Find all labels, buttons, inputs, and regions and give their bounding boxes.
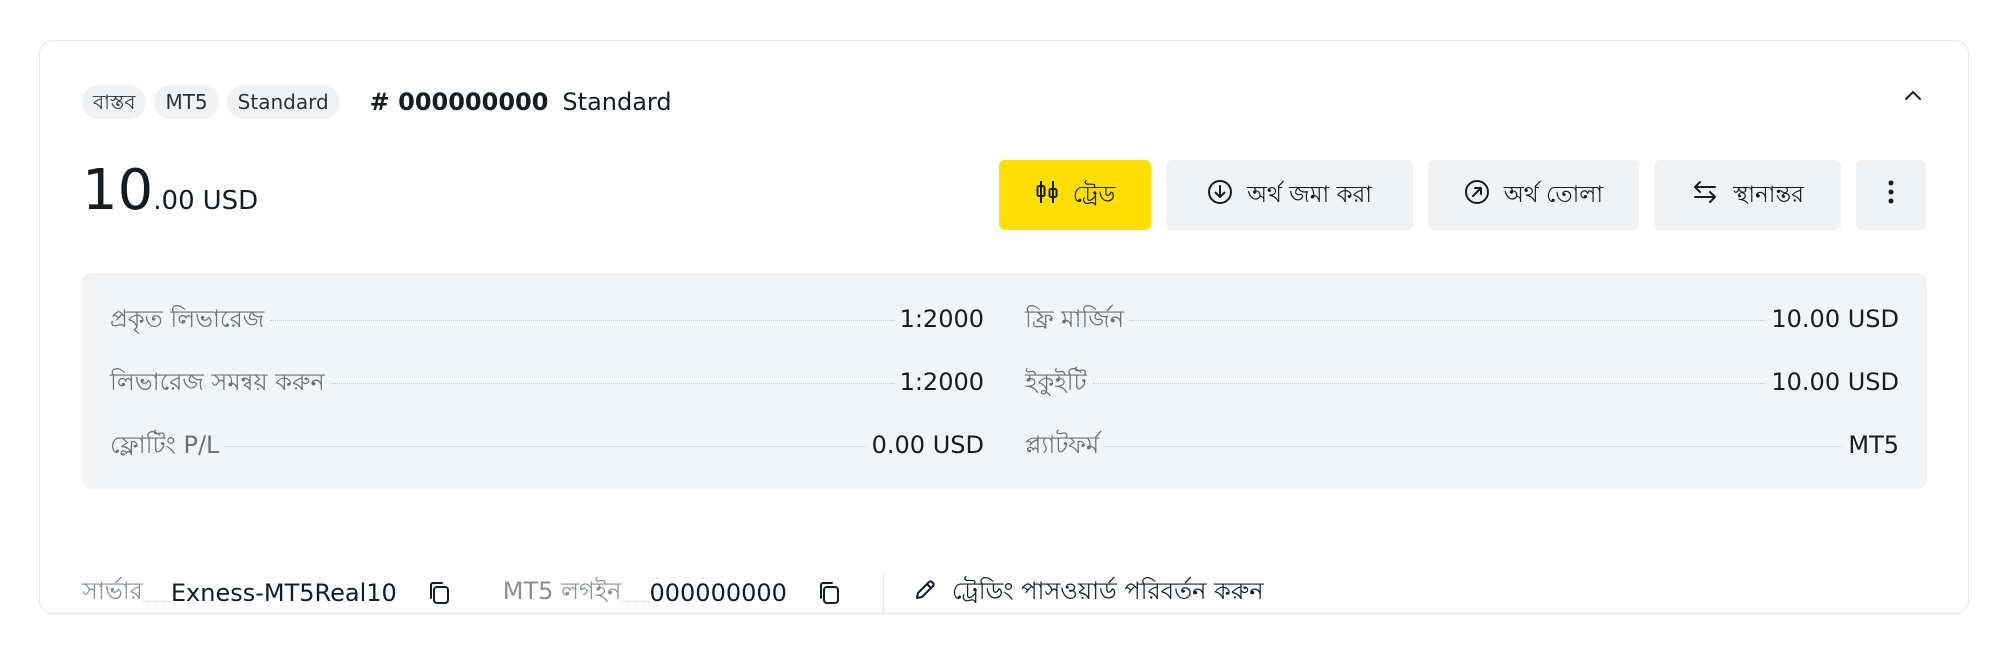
detail-label: প্রকৃত লিভারেজ <box>110 305 265 333</box>
dotted-leader <box>270 320 894 321</box>
dotted-leader <box>225 446 866 447</box>
transfer-button[interactable]: স্থানান্তর <box>1654 160 1841 230</box>
account-balance: 10 .00 USD <box>82 158 258 223</box>
arrow-up-right-circle-icon <box>1464 179 1490 211</box>
account-type: Standard <box>562 88 672 116</box>
account-card: বাস্তব MT5 Standard # 000000000 Standard… <box>39 40 1969 614</box>
divider <box>882 572 884 614</box>
login-value: 000000000 <box>649 579 787 607</box>
balance-currency: USD <box>202 186 259 216</box>
dotted-leader <box>1105 446 1843 447</box>
candlestick-icon <box>1035 179 1059 211</box>
copy-icon[interactable] <box>815 579 843 607</box>
account-tag-type: Standard <box>226 85 340 119</box>
server-label: সার্ভার <box>82 577 143 605</box>
detail-label: ফ্লোটিং P/L <box>110 431 220 459</box>
change-password-label: ট্রেডিং পাসওয়ার্ড পরিবর্তন করুন <box>951 577 1264 605</box>
dotted-leader <box>1130 320 1766 321</box>
detail-label: ইকুইটি <box>1025 368 1087 396</box>
chevron-up-icon[interactable] <box>1898 81 1928 111</box>
balance-integer: 10 <box>82 158 154 223</box>
more-options-button[interactable] <box>1856 160 1926 230</box>
dotted-leader <box>1092 383 1766 384</box>
copy-icon[interactable] <box>425 579 453 607</box>
withdraw-button-label: অর্থ তোলা <box>1503 181 1604 208</box>
detail-row-adjust-leverage: লিভারেজ সমন্বয় করুন 1:2000 <box>110 364 984 427</box>
detail-value: 1:2000 <box>899 305 984 333</box>
trade-button[interactable]: ট্রেড <box>999 160 1151 230</box>
login-label: MT5 লগইন <box>502 577 622 605</box>
withdraw-button[interactable]: অর্থ তোলা <box>1428 160 1639 230</box>
swap-arrows-icon <box>1691 179 1719 211</box>
detail-row-actual-leverage: প্রকৃত লিভারেজ 1:2000 <box>110 301 984 364</box>
arrow-down-circle-icon <box>1207 179 1233 211</box>
dotted-leader <box>330 383 894 384</box>
account-details-panel: প্রকৃত লিভারেজ 1:2000 লিভারেজ সমন্বয় কর… <box>82 273 1927 489</box>
change-password-link[interactable]: ট্রেডিং পাসওয়ার্ড পরিবর্তন করুন <box>912 573 1264 613</box>
dotted-leader <box>621 600 650 602</box>
detail-row-equity: ইকুইটি 10.00 USD <box>1025 364 1899 427</box>
detail-label: ফ্রি মার্জিন <box>1025 305 1125 333</box>
detail-label: প্ল্যাটফর্ম <box>1025 431 1100 459</box>
detail-value: 10.00 USD <box>1771 368 1899 396</box>
detail-label: লিভারেজ সমন্বয় করুন <box>110 368 325 396</box>
deposit-button-label: অর্থ জমা করা <box>1247 181 1372 208</box>
account-footer: সার্ভার Exness-MT5Real10 MT5 লগইন 000000… <box>82 568 1264 618</box>
pencil-icon <box>912 577 938 609</box>
details-column-right: ফ্রি মার্জিন 10.00 USD ইকুইটি 10.00 USD … <box>1025 301 1899 490</box>
account-tag-real: বাস্তব <box>82 85 147 119</box>
account-header: বাস্তব MT5 Standard # 000000000 Standard <box>82 84 672 120</box>
server-value: Exness-MT5Real10 <box>170 579 397 607</box>
detail-row-platform: প্ল্যাটফর্ম MT5 <box>1025 427 1899 490</box>
details-column-left: প্রকৃত লিভারেজ 1:2000 লিভারেজ সমন্বয় কর… <box>110 301 984 490</box>
more-vertical-icon <box>1887 179 1895 211</box>
detail-row-free-margin: ফ্রি মার্জিন 10.00 USD <box>1025 301 1899 364</box>
deposit-button[interactable]: অর্থ জমা করা <box>1166 160 1413 230</box>
trade-button-label: ট্রেড <box>1072 181 1116 208</box>
account-actions: ট্রেড অর্থ জমা করা অর্থ তোলা স্থানান্তর <box>999 160 1926 230</box>
balance-decimal: .00 <box>153 186 195 216</box>
detail-value: 1:2000 <box>899 368 984 396</box>
detail-value: MT5 <box>1848 431 1899 459</box>
detail-value: 0.00 USD <box>871 431 984 459</box>
dotted-leader <box>142 600 171 602</box>
detail-row-floating-pl: ফ্লোটিং P/L 0.00 USD <box>110 427 984 490</box>
transfer-button-label: স্থানান্তর <box>1733 181 1804 208</box>
detail-value: 10.00 USD <box>1771 305 1899 333</box>
account-number: # 000000000 <box>369 88 549 116</box>
account-tag-platform: MT5 <box>154 85 219 119</box>
